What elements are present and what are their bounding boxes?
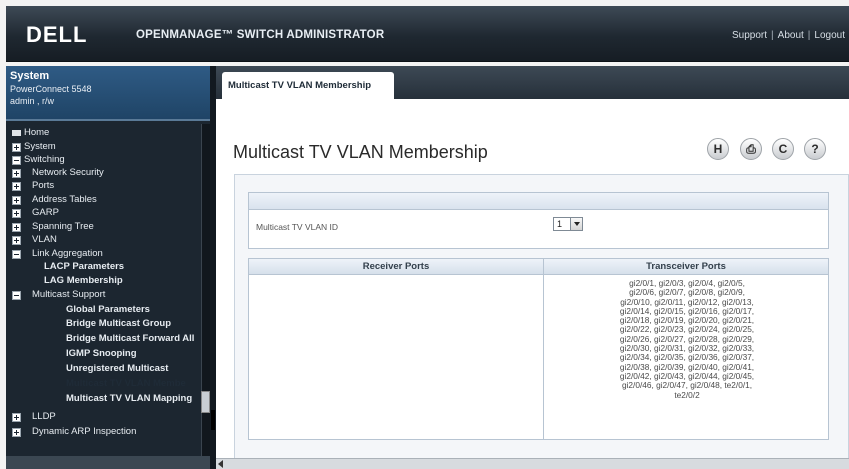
tree-item-lag-membership[interactable]: LAG Membership: [6, 275, 196, 288]
app-title: OPENMANAGE™ SWITCH ADMINISTRATOR: [136, 29, 385, 41]
tree-item-multicast-tv-vlan-mapping[interactable]: Multicast TV VLAN Mapping: [6, 393, 201, 406]
transceiver-ports-header: Transceiver Ports: [544, 259, 828, 275]
tree-item-multicast-tv-vlan-membership[interactable]: Multicast TV VLAN Membe: [6, 378, 201, 391]
main-content: Multicast TV VLAN Membership Multicast T…: [216, 66, 849, 469]
user-access: admin , r/w: [10, 96, 55, 106]
ports-table: Receiver Ports Transceiver Ports gi2/0/1…: [248, 258, 829, 440]
tree-item-igmp-snooping[interactable]: IGMP Snooping: [6, 348, 196, 361]
page-title: Multicast TV VLAN Membership: [233, 142, 488, 162]
column-divider: [543, 259, 544, 439]
expand-plus-icon[interactable]: [12, 169, 21, 178]
vlan-id-select[interactable]: 1: [553, 217, 583, 231]
tree-item-unregistered-multicast[interactable]: Unregistered Multicast: [6, 363, 196, 376]
tree-item-link-aggregation[interactable]: Link Aggregation: [6, 248, 196, 261]
app-window: DELL OPENMANAGE™ SWITCH ADMINISTRATOR Su…: [0, 0, 849, 469]
vlan-id-form: Multicast TV VLAN ID 1: [248, 192, 829, 249]
home-icon: [12, 130, 21, 136]
form-header: [249, 193, 828, 210]
tree-item-bridge-multicast-group[interactable]: Bridge Multicast Group: [6, 318, 196, 331]
sidebar-scroll-thumb[interactable]: [201, 391, 210, 413]
expand-plus-icon[interactable]: [12, 182, 21, 191]
system-info-box: System PowerConnect 5548 admin , r/w: [6, 66, 210, 121]
tab-multicast-tv-vlan-membership[interactable]: Multicast TV VLAN Membership: [222, 72, 394, 99]
dropdown-arrow-icon[interactable]: [570, 218, 582, 230]
vlan-id-value: 1: [557, 219, 563, 229]
sidebar-scrollbar[interactable]: [201, 124, 210, 469]
port-line: te2/0/2: [674, 389, 700, 400]
transceiver-ports-cell: gi2/0/1, gi2/0/3, gi2/0/4, gi2/0/5, gi2/…: [545, 278, 829, 400]
receiver-ports-header: Receiver Ports: [249, 259, 543, 275]
nav-tree: Home System Switching Network Security P…: [6, 124, 210, 469]
tree-item-multicast-support[interactable]: Multicast Support: [6, 289, 196, 302]
link-separator: |: [771, 30, 774, 41]
vlan-id-label: Multicast TV VLAN ID: [256, 222, 339, 232]
sidebar: System PowerConnect 5548 admin , r/w Hom…: [6, 66, 210, 469]
expand-plus-icon[interactable]: [12, 428, 21, 437]
main-hscrollbar[interactable]: [216, 458, 849, 469]
refresh-icon[interactable]: C: [772, 138, 794, 160]
support-link[interactable]: Support: [732, 30, 767, 41]
tree-item-lldp[interactable]: LLDP: [6, 411, 196, 424]
expand-plus-icon[interactable]: [12, 413, 21, 422]
tab-bar: Multicast TV VLAN Membership: [216, 66, 849, 99]
logout-link[interactable]: Logout: [814, 30, 845, 41]
question-icon[interactable]: ?: [804, 138, 826, 160]
tree-item-bridge-multicast-forward-all[interactable]: Bridge Multicast Forward All: [6, 333, 198, 346]
content-frame: Multicast TV VLAN ID 1 Receiver Ports Tr…: [234, 174, 849, 469]
tree-item-vlan[interactable]: VLAN: [6, 234, 196, 247]
expand-plus-icon[interactable]: [12, 143, 21, 152]
link-separator: |: [807, 30, 811, 41]
device-model: PowerConnect 5548: [10, 84, 92, 94]
sidebar-hscrollbar[interactable]: [6, 456, 210, 469]
expand-plus-icon[interactable]: [12, 196, 21, 205]
print-icon[interactable]: ⎙: [740, 138, 762, 160]
tree-item-garp[interactable]: GARP: [6, 207, 196, 220]
top-banner: DELL OPENMANAGE™ SWITCH ADMINISTRATOR Su…: [6, 6, 849, 62]
system-title[interactable]: System: [10, 70, 206, 82]
dell-logo: DELL: [26, 22, 88, 47]
scroll-left-icon[interactable]: [218, 460, 223, 468]
collapse-minus-icon[interactable]: [12, 156, 21, 165]
tree-item-switching[interactable]: Switching: [6, 154, 196, 167]
splitter-grip[interactable]: [211, 410, 215, 430]
tree-item-network-security[interactable]: Network Security: [6, 167, 196, 180]
tree-item-ports[interactable]: Ports: [6, 180, 196, 193]
tree-item-global-parameters[interactable]: Global Parameters: [6, 304, 196, 317]
top-links: Support | About | Logout: [732, 30, 845, 41]
help-h-icon[interactable]: H: [707, 138, 729, 160]
collapse-minus-icon[interactable]: [12, 250, 21, 259]
about-link[interactable]: About: [778, 30, 804, 41]
collapse-minus-icon[interactable]: [12, 291, 21, 300]
tree-item-dynamic-arp-inspection[interactable]: Dynamic ARP Inspection: [6, 426, 196, 439]
tree-item-spanning-tree[interactable]: Spanning Tree: [6, 221, 196, 234]
tree-item-address-tables[interactable]: Address Tables: [6, 194, 196, 207]
tree-item-lacp-parameters[interactable]: LACP Parameters: [6, 261, 196, 274]
expand-plus-icon[interactable]: [12, 223, 21, 232]
tree-item-system[interactable]: System: [6, 141, 196, 154]
tree-item-home[interactable]: Home: [6, 127, 196, 140]
expand-plus-icon[interactable]: [12, 209, 21, 218]
expand-plus-icon[interactable]: [12, 236, 21, 245]
